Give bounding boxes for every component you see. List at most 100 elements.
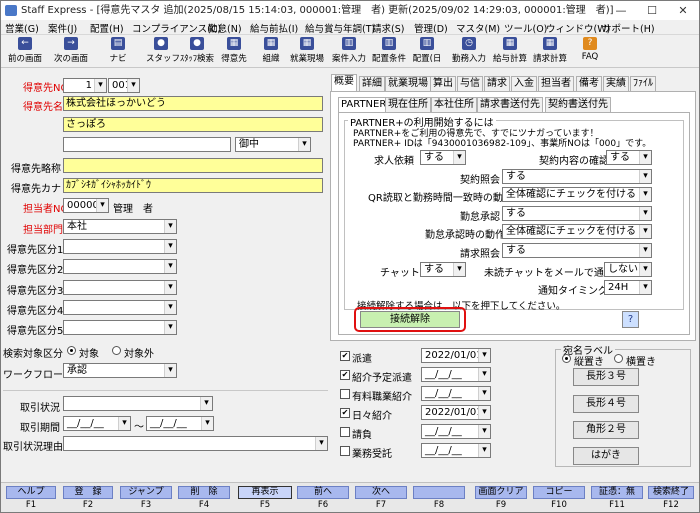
class-4-select[interactable]: [63, 300, 177, 315]
outsourcing-date[interactable]: __/__/__: [421, 443, 491, 458]
placement-condition-button[interactable]: ▥ 配置条件: [371, 37, 407, 66]
landscape-radio[interactable]: [614, 354, 623, 363]
help-fkey[interactable]: ヘルプ: [6, 486, 56, 499]
workflow-select[interactable]: 承認: [63, 363, 177, 378]
portrait-radio[interactable]: [562, 354, 571, 363]
tab-personnel[interactable]: 担当者: [538, 76, 574, 91]
voucher-fkey[interactable]: 証憑：無: [591, 486, 643, 499]
menu-attendance[interactable]: 勤怠(N): [208, 21, 242, 35]
redisplay-fkey[interactable]: 再表示: [238, 486, 292, 499]
intro-dispatch-date[interactable]: __/__/__: [421, 367, 491, 382]
tab-worksite[interactable]: 就業現場: [385, 76, 431, 91]
tab-notes[interactable]: 備考: [576, 76, 602, 91]
dept-select[interactable]: 本社: [63, 219, 177, 234]
contract-inquiry-select[interactable]: する: [502, 169, 652, 184]
menu-support[interactable]: サポート(H): [602, 21, 655, 35]
envelope-kaku2-button[interactable]: 角形２号: [573, 421, 639, 439]
tab-payment[interactable]: 入金: [511, 76, 537, 91]
copy-fkey[interactable]: コピー: [533, 486, 585, 499]
register-fkey[interactable]: 登 録: [63, 486, 113, 499]
tab-calc[interactable]: 算出: [430, 76, 456, 91]
subtab-contract-address[interactable]: 契約書送付先: [545, 97, 611, 112]
placement-day-button[interactable]: ▥ 配置(日: [410, 37, 444, 66]
attendance-approval-select[interactable]: する: [502, 206, 652, 221]
case-entry-button[interactable]: ▥ 案件入力: [331, 37, 367, 66]
f8-fkey[interactable]: [413, 486, 465, 499]
client-no-select[interactable]: 1: [63, 78, 107, 93]
payroll-calc-button[interactable]: ▦ 給与計算: [491, 37, 529, 66]
deal-reason-select[interactable]: [63, 436, 328, 451]
forward-button[interactable]: → 次の画面: [49, 37, 93, 66]
menu-payroll[interactable]: 給与賞与年調(T): [305, 21, 375, 35]
honorific-select[interactable]: 御中: [235, 137, 311, 152]
jump-fkey[interactable]: ジャンプ: [120, 486, 172, 499]
daily-intro-date[interactable]: 2022/01/01: [421, 405, 491, 420]
client-branch-select[interactable]: 001: [108, 78, 140, 93]
notify-timing-select[interactable]: 24H: [604, 280, 652, 295]
help-button[interactable]: ?: [622, 311, 639, 328]
envelope-long3-button[interactable]: 長形３号: [573, 368, 639, 386]
qr-action-select[interactable]: 全体確認にチェックを付ける: [502, 187, 652, 202]
client-button[interactable]: ▦ 得意先: [219, 37, 249, 66]
attendance-entry-button[interactable]: ◷ 勤務入力: [451, 37, 487, 66]
maximize-icon[interactable]: ☐: [637, 1, 667, 20]
delete-fkey[interactable]: 削 除: [178, 486, 230, 499]
end-search-fkey[interactable]: 検索終了: [648, 486, 694, 499]
postcard-button[interactable]: はがき: [573, 447, 639, 465]
menu-window[interactable]: ウィンドウ(W): [546, 21, 610, 35]
kana-input[interactable]: ｶﾌﾞｼｷｶﾞｲｼｬﾎｯｶｲﾄﾞｳ: [63, 178, 323, 193]
subtab-invoice-address[interactable]: 請求書送付先: [477, 97, 543, 112]
search-target-radio[interactable]: [67, 346, 76, 355]
clear-fkey[interactable]: 画面クリア: [475, 486, 527, 499]
unread-chat-select[interactable]: しない: [604, 262, 652, 277]
tab-details[interactable]: 詳細: [359, 76, 385, 91]
staff-search-button[interactable]: ● ｽﾀｯﾌ検索: [178, 37, 216, 66]
menu-tools[interactable]: ツール(O): [504, 21, 547, 35]
deal-status-select[interactable]: [63, 396, 213, 411]
menu-admin[interactable]: 管理(D): [414, 21, 448, 35]
outsourcing-checkbox[interactable]: [340, 446, 350, 456]
billing-calc-button[interactable]: ▦ 請求計算: [531, 37, 569, 66]
paid-placement-checkbox[interactable]: [340, 389, 350, 399]
search-excluded-radio[interactable]: [112, 346, 121, 355]
back-button[interactable]: ← 前の画面: [3, 37, 47, 66]
dispatch-date[interactable]: 2022/01/01: [421, 348, 491, 363]
class-5-select[interactable]: [63, 320, 177, 335]
worksite-button[interactable]: ▦ 就業現場: [289, 37, 325, 66]
navi-button[interactable]: ▤ ナビ: [103, 37, 133, 66]
contract-work-checkbox[interactable]: [340, 427, 350, 437]
tab-overview[interactable]: 概要: [331, 74, 357, 91]
tab-results[interactable]: 実績: [603, 76, 629, 91]
billing-inquiry-select[interactable]: する: [502, 243, 652, 258]
staff-button[interactable]: ● スタッフ: [146, 37, 180, 66]
class-3-select[interactable]: [63, 280, 177, 295]
short-name-input[interactable]: [63, 158, 323, 173]
faq-button[interactable]: ? FAQ: [575, 37, 605, 66]
contract-check-select[interactable]: する: [606, 150, 652, 165]
contract-work-date[interactable]: __/__/__: [421, 424, 491, 439]
minimize-icon[interactable]: —: [606, 1, 636, 20]
menu-case[interactable]: 案件(J): [48, 21, 77, 35]
deal-period-end[interactable]: __/__/__: [146, 416, 214, 431]
menu-billing[interactable]: 請求(S): [372, 21, 404, 35]
envelope-long4-button[interactable]: 長形４号: [573, 395, 639, 413]
client-name-input-2[interactable]: さっぽろ: [63, 117, 323, 132]
deal-period-start[interactable]: __/__/__: [63, 416, 131, 431]
menu-advance-pay[interactable]: 給与前払(I): [250, 21, 298, 35]
menu-sales[interactable]: 営業(G): [5, 21, 39, 35]
client-name-input-1[interactable]: 株式会社ほっかいどう: [63, 96, 323, 111]
dispatch-checkbox[interactable]: ✔: [340, 351, 350, 361]
daily-intro-checkbox[interactable]: ✔: [340, 408, 350, 418]
tab-billing[interactable]: 請求: [484, 76, 510, 91]
tab-files[interactable]: ﾌｧｲﾙ: [630, 76, 656, 91]
tab-credit[interactable]: 与信: [457, 76, 483, 91]
class-2-select[interactable]: [63, 259, 177, 274]
menu-master[interactable]: マスタ(M): [456, 21, 500, 35]
intro-dispatch-checkbox[interactable]: ✔: [340, 370, 350, 380]
close-icon[interactable]: ✕: [668, 1, 698, 20]
menu-placement[interactable]: 配置(H): [90, 21, 124, 35]
organization-button[interactable]: ▦ 組織: [256, 37, 286, 66]
class-1-select[interactable]: [63, 239, 177, 254]
release-button[interactable]: 接続解除: [360, 311, 460, 328]
subtab-hq-address[interactable]: 本社住所: [431, 97, 477, 112]
